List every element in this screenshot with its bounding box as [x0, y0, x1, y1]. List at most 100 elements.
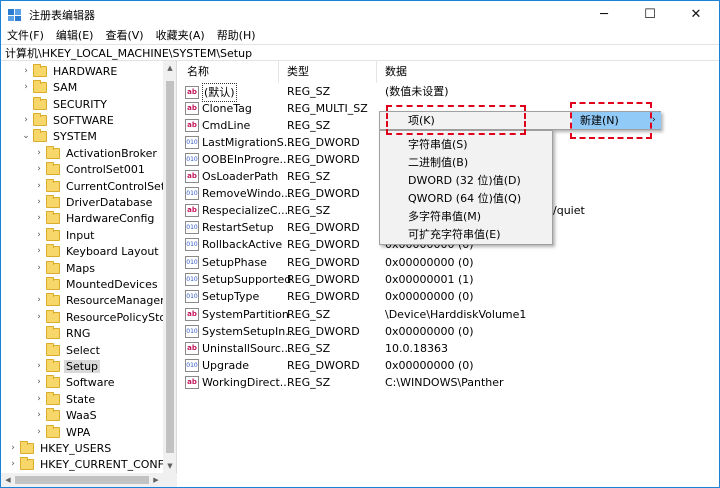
tree-item-hardware[interactable]: › HARDWARE [21, 63, 119, 79]
scroll-right-icon[interactable]: ▶ [149, 473, 163, 487]
tree-vertical-scrollbar[interactable]: ▲ ▼ [163, 61, 176, 473]
tree-item-waas[interactable]: › WaaS [34, 407, 99, 423]
menu-item-expandable-string-value[interactable]: 可扩充字符串值(E) [408, 226, 501, 244]
tree-item-label: MountedDevices [66, 277, 158, 291]
expand-arrow-icon[interactable]: › [34, 358, 44, 374]
value-type: REG_MULTI_SZ [287, 102, 368, 115]
value-name: WorkingDirect... [202, 376, 291, 389]
expand-arrow-icon[interactable]: › [34, 161, 44, 177]
string-value-icon: ab [185, 308, 199, 321]
column-header-data[interactable]: 数据 [377, 61, 719, 83]
tree-item-resourcemanager[interactable]: › ResourceManager [34, 292, 167, 308]
value-row-systempartition[interactable]: ab SystemPartition REG_SZ \Device\HarddiskV… [179, 306, 719, 323]
tree-item-state[interactable]: › State [34, 391, 97, 407]
value-name: SetupSupported [202, 273, 292, 286]
value-row-systemsetupinprogress[interactable]: 010 SystemSetupIn... REG_DWORD 0x00000000 (… [179, 323, 719, 340]
expand-arrow-icon[interactable]: › [34, 145, 44, 161]
tree-item-hardwareconfig[interactable]: › HardwareConfig [34, 210, 156, 226]
tree-item-select[interactable]: Select [34, 342, 102, 358]
tree-item-sam[interactable]: › SAM [21, 79, 79, 95]
expand-arrow-icon[interactable]: › [34, 374, 44, 390]
minimize-button[interactable]: ─ [581, 1, 627, 27]
maximize-button[interactable]: ☐ [627, 1, 673, 27]
tree-item-hkey-current-config[interactable]: › HKEY_CURRENT_CONFIG [8, 456, 176, 472]
tree-item-wpa[interactable]: › WPA [34, 424, 92, 440]
tree-item-software[interactable]: › SOFTWARE [21, 112, 116, 128]
expand-arrow-icon[interactable]: › [34, 260, 44, 276]
expand-arrow-icon[interactable]: › [34, 178, 44, 194]
menu-item-string-value[interactable]: 字符串值(S) [408, 136, 468, 154]
expand-arrow-icon[interactable]: › [34, 292, 44, 308]
tree-item-label: DriverDatabase [66, 195, 153, 209]
collapse-arrow-icon[interactable]: ⌄ [21, 128, 31, 144]
expand-arrow-icon[interactable]: › [21, 63, 31, 79]
menu-favorites[interactable]: 收藏夹(A) [150, 27, 211, 44]
expand-arrow-icon[interactable]: › [34, 210, 44, 226]
column-header-type[interactable]: 类型 [279, 61, 377, 83]
value-row-setupphase[interactable]: 010 SetupPhase REG_DWORD 0x00000000 (0) [179, 254, 719, 271]
tree-item-hkey-users[interactable]: › HKEY_USERS [8, 440, 113, 456]
column-header-name[interactable]: 名称 [179, 61, 279, 83]
tree-item-maps[interactable]: › Maps [34, 260, 97, 276]
tree-item-setup[interactable]: › Setup [34, 358, 101, 374]
scroll-down-icon[interactable]: ▼ [163, 459, 176, 473]
menu-file[interactable]: 文件(F) [1, 27, 50, 44]
tree-item-activationbroker[interactable]: › ActivationBroker [34, 145, 159, 161]
value-row-workingdirectory[interactable]: ab WorkingDirect... REG_SZ C:\WINDOWS\Panth… [179, 374, 719, 391]
menu-view[interactable]: 查看(V) [99, 27, 149, 44]
tree-item-resourcepolicystore[interactable]: › ResourcePolicySto [34, 309, 168, 325]
expand-arrow-icon[interactable]: › [34, 243, 44, 259]
expand-arrow-icon[interactable]: › [34, 227, 44, 243]
folder-icon [46, 292, 60, 306]
expand-arrow-icon[interactable]: › [34, 424, 44, 440]
tree-item-label: WPA [66, 425, 91, 439]
expand-arrow-icon[interactable]: › [8, 456, 18, 472]
tree-item-rng[interactable]: RNG [34, 325, 92, 341]
expand-arrow-icon[interactable]: › [34, 391, 44, 407]
expand-arrow-icon[interactable]: › [21, 112, 31, 128]
value-row-setupsupported[interactable]: 010 SetupSupported REG_DWORD 0x00000001 (1) [179, 271, 719, 288]
folder-icon [46, 145, 60, 159]
tree-item-software-sub[interactable]: › Software [34, 374, 117, 390]
tree-item-currentcontrolset[interactable]: › CurrentControlSet [34, 178, 167, 194]
menu-bar: 文件(F) 编辑(E) 查看(V) 收藏夹(A) 帮助(H) [1, 27, 719, 44]
tree-item-input[interactable]: › Input [34, 227, 96, 243]
close-button[interactable]: ✕ [673, 1, 719, 27]
value-name: RestartSetup [202, 221, 274, 234]
highlight-box-new [570, 102, 652, 139]
menu-item-dword-value[interactable]: DWORD (32 位)值(D) [408, 172, 521, 190]
menu-item-qword-value[interactable]: QWORD (64 位)值(Q) [408, 190, 521, 208]
scroll-left-icon[interactable]: ◀ [1, 473, 15, 487]
expand-arrow-icon[interactable]: › [34, 309, 44, 325]
string-value-icon: ab [185, 119, 199, 132]
tree-horizontal-scrollbar[interactable]: ◀ ▶ [1, 473, 177, 487]
tree-item-keyboard-layout[interactable]: › Keyboard Layout [34, 243, 161, 259]
value-row-default[interactable]: ab (默认) REG_SZ (数值未设置) [179, 83, 719, 102]
scroll-thumb[interactable] [166, 81, 174, 453]
tree-item-label: CurrentControlSet [66, 179, 166, 193]
tree-item-system[interactable]: ⌄ SYSTEM [21, 128, 99, 144]
scroll-up-icon[interactable]: ▲ [163, 61, 176, 75]
scroll-thumb[interactable] [15, 476, 149, 484]
value-row-setuptype[interactable]: 010 SetupType REG_DWORD 0x00000000 (0) [179, 288, 719, 305]
tree-item-controlset001[interactable]: › ControlSet001 [34, 161, 147, 177]
tree-item-label: WaaS [66, 408, 97, 422]
expand-arrow-icon[interactable]: › [21, 79, 31, 95]
value-type: REG_DWORD [287, 359, 360, 372]
value-row-upgrade[interactable]: 010 Upgrade REG_DWORD 0x00000000 (0) [179, 357, 719, 374]
expand-arrow-icon[interactable]: › [34, 194, 44, 210]
expand-arrow-icon[interactable]: › [8, 440, 18, 456]
registry-app-icon [8, 9, 21, 21]
menu-edit[interactable]: 编辑(E) [50, 27, 100, 44]
value-name: CloneTag [202, 102, 252, 115]
menu-item-binary-value[interactable]: 二进制值(B) [408, 154, 468, 172]
tree-item-driverdatabase[interactable]: › DriverDatabase [34, 194, 154, 210]
menu-item-multi-string-value[interactable]: 多字符串值(M) [408, 208, 481, 226]
tree-item-security[interactable]: SECURITY [21, 96, 109, 112]
address-bar[interactable]: 计算机\HKEY_LOCAL_MACHINE\SYSTEM\Setup [1, 44, 719, 61]
value-row-uninstallsource[interactable]: ab UninstallSourc... REG_SZ 10.0.18363 [179, 340, 719, 357]
tree-item-mounteddevices[interactable]: MountedDevices [34, 276, 160, 292]
expand-arrow-icon[interactable]: › [34, 407, 44, 423]
menu-help[interactable]: 帮助(H) [211, 27, 262, 44]
dword-value-icon: 010 [185, 136, 199, 149]
